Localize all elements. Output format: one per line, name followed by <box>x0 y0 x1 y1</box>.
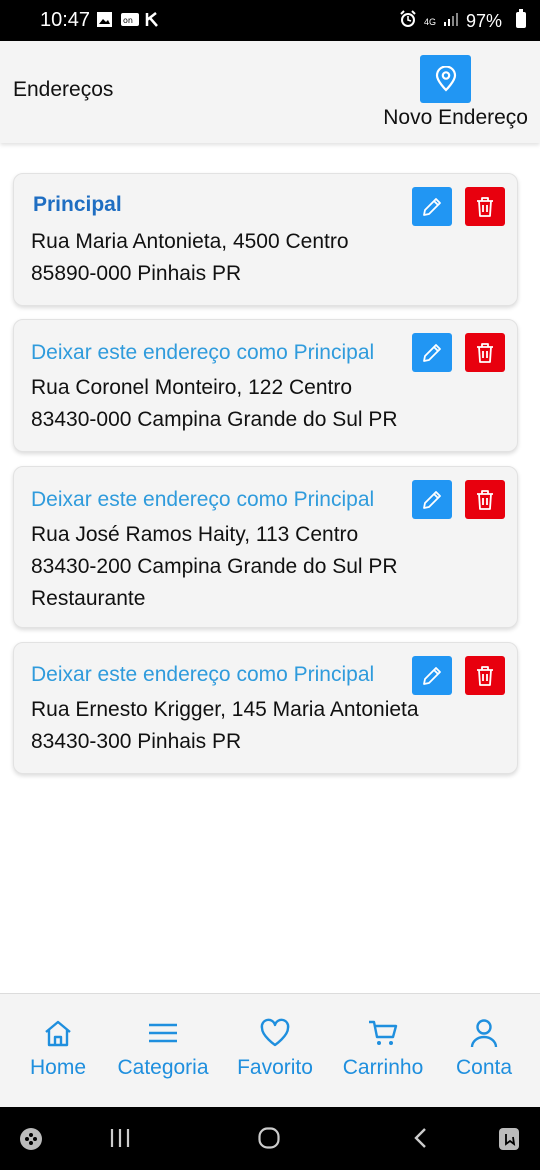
notification-icons: on <box>96 11 161 28</box>
address-card: Deixar este endereço como Principal Rua … <box>13 466 518 628</box>
pencil-icon <box>423 343 441 362</box>
network-label: 4G <box>423 16 436 27</box>
delete-button[interactable] <box>465 656 505 695</box>
recent-apps-icon[interactable] <box>108 1127 132 1149</box>
address-card: Deixar este endereço como Principal Rua … <box>13 319 518 452</box>
edit-button[interactable] <box>412 187 452 226</box>
app-header: Endereços Novo Endereço <box>0 41 540 143</box>
cart-icon <box>369 1020 398 1045</box>
delete-button[interactable] <box>465 333 505 372</box>
pencil-icon <box>423 666 441 685</box>
address-street: Rua Maria Antonieta, 4500 Centro <box>31 230 349 253</box>
status-time: 10:47 <box>40 9 91 31</box>
nav-carrinho-label: Carrinho <box>342 1056 424 1079</box>
set-principal-link[interactable]: Deixar este endereço como Principal <box>31 663 374 687</box>
address-city: 83430-000 Campina Grande do Sul PR <box>31 408 398 431</box>
address-card: Deixar este endereço como Principal Rua … <box>13 642 518 774</box>
nav-categoria[interactable]: Categoria <box>113 1016 213 1080</box>
edit-button[interactable] <box>412 333 452 372</box>
pencil-icon <box>423 490 441 509</box>
address-street: Rua José Ramos Haity, 113 Centro <box>31 523 359 546</box>
system-navigation-bar <box>0 1107 540 1170</box>
pencil-icon <box>423 197 441 216</box>
battery-icon <box>516 9 526 28</box>
address-street: Rua Ernesto Krigger, 145 Maria Antonieta <box>31 698 419 721</box>
menu-icon <box>149 1023 177 1043</box>
trash-icon <box>477 196 493 217</box>
accessibility-icon[interactable] <box>497 1126 521 1152</box>
nav-carrinho[interactable]: Carrinho <box>339 1016 427 1080</box>
map-pin-icon[interactable] <box>420 55 471 103</box>
trash-icon <box>477 489 493 510</box>
set-principal-link[interactable]: Deixar este endereço como Principal <box>31 341 374 365</box>
address-complement: Restaurante <box>31 587 146 610</box>
app2-notification-icon <box>144 11 161 28</box>
nav-favorito-label: Favorito <box>237 1056 313 1079</box>
address-city: 85890-000 Pinhais PR <box>31 262 242 285</box>
delete-button[interactable] <box>465 187 505 226</box>
address-city: 83430-300 Pinhais PR <box>31 730 242 753</box>
address-street: Rua Coronel Monteiro, 122 Centro <box>31 376 353 399</box>
delete-button[interactable] <box>465 480 505 519</box>
svg-text:on: on <box>123 16 133 25</box>
new-address-label[interactable]: Novo Endereço <box>383 106 528 130</box>
home-icon <box>45 1020 71 1047</box>
trash-icon <box>477 665 493 686</box>
edit-button[interactable] <box>412 656 452 695</box>
nav-conta[interactable]: Conta <box>453 1016 515 1080</box>
trash-icon <box>477 342 493 363</box>
user-icon <box>470 1019 498 1048</box>
alarm-icon <box>399 10 417 33</box>
game-launcher-icon[interactable] <box>19 1127 43 1151</box>
nav-conta-label: Conta <box>455 1056 513 1079</box>
bottom-navigation: Home Categoria Favorito Carrinho Conta <box>0 993 540 1107</box>
new-address-button[interactable]: Novo Endereço <box>368 55 528 135</box>
app-notification-icon: on <box>120 11 139 28</box>
nav-categoria-label: Categoria <box>117 1056 209 1079</box>
set-principal-link[interactable]: Deixar este endereço como Principal <box>31 488 374 512</box>
heart-icon <box>260 1018 290 1047</box>
battery-percent: 97% <box>465 11 502 31</box>
signal-icon <box>443 11 459 32</box>
nav-home-label: Home <box>29 1056 87 1079</box>
back-icon[interactable] <box>411 1127 431 1149</box>
principal-label: Principal <box>33 193 122 216</box>
address-card: Principal Rua Maria Antonieta, 4500 Cent… <box>13 173 518 306</box>
address-city: 83430-200 Campina Grande do Sul PR <box>31 555 398 578</box>
nav-favorito[interactable]: Favorito <box>233 1016 317 1080</box>
nav-home[interactable]: Home <box>26 1016 90 1080</box>
status-right: 4G 97% <box>399 10 502 33</box>
image-notification-icon <box>96 11 113 28</box>
home-system-icon[interactable] <box>257 1126 281 1150</box>
page-title: Endereços <box>13 78 114 101</box>
status-bar: 10:47 on 4G 97% <box>0 0 540 41</box>
edit-button[interactable] <box>412 480 452 519</box>
